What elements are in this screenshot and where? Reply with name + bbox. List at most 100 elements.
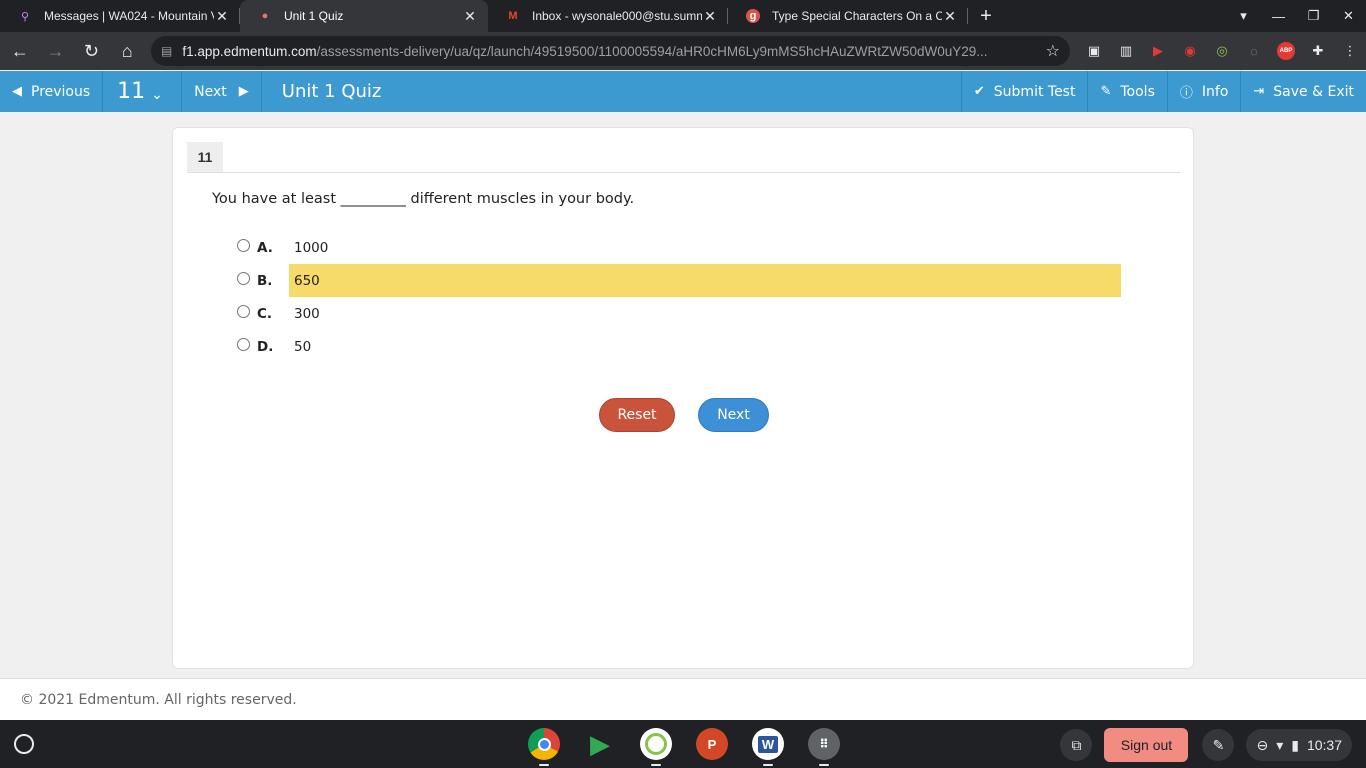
reload-icon[interactable]: ↻ bbox=[76, 35, 108, 67]
next-question-button[interactable]: Next ▶ bbox=[182, 71, 262, 112]
question-number-bar: 11 bbox=[187, 142, 1180, 173]
extension-icon[interactable]: ◉ bbox=[1174, 35, 1206, 67]
stylus-icon[interactable]: ✎ bbox=[1202, 729, 1235, 761]
info-label: Info bbox=[1201, 83, 1229, 100]
url-text: f1.app.edmentum.com/assessments-delivery… bbox=[182, 43, 988, 59]
next-button[interactable]: Next bbox=[698, 398, 769, 432]
browser-tab[interactable]: M Inbox - wysonale000@stu.sumn ✕ bbox=[488, 0, 728, 32]
option-letter: A. bbox=[257, 239, 273, 256]
check-circle-icon: ✔ bbox=[973, 84, 985, 99]
restore-icon[interactable]: ❐ bbox=[1296, 8, 1331, 24]
address-bar[interactable]: ▤ f1.app.edmentum.com/assessments-delive… bbox=[151, 36, 1070, 66]
info-button[interactable]: ⓘ Info bbox=[1166, 71, 1241, 112]
launcher-icon[interactable] bbox=[14, 734, 34, 754]
save-exit-button[interactable]: ⇥ Save & Exit bbox=[1240, 71, 1366, 112]
option-value[interactable]: 1000 bbox=[289, 231, 1121, 264]
window-controls: ▾ — ❐ ✕ bbox=[1226, 0, 1366, 32]
extension-icon[interactable]: ▥ bbox=[1110, 35, 1142, 67]
radio-button[interactable] bbox=[237, 305, 250, 318]
sign-in-icon: ⇥ bbox=[1253, 84, 1265, 99]
close-tab-icon[interactable]: ✕ bbox=[462, 8, 478, 25]
menu-icon[interactable]: ⋮ bbox=[1334, 35, 1366, 67]
adblock-icon[interactable]: ABP bbox=[1276, 42, 1295, 60]
word-icon[interactable]: W bbox=[748, 726, 788, 766]
chrome-app-icon[interactable] bbox=[524, 726, 564, 766]
clock: 10:37 bbox=[1306, 737, 1342, 753]
browser-tab[interactable]: ⚲ Messages | WA024 - Mountain V ✕ bbox=[0, 0, 240, 32]
extensions-puzzle-icon[interactable]: ✚ bbox=[1302, 35, 1334, 67]
tab-title: Type Special Characters On a Ch bbox=[772, 9, 942, 23]
tab-title: Messages | WA024 - Mountain V bbox=[44, 9, 214, 23]
option-value[interactable]: 300 bbox=[289, 297, 1121, 330]
option-value-highlighted[interactable]: 650 bbox=[289, 264, 1121, 297]
radio-button[interactable] bbox=[237, 272, 250, 285]
new-tab-icon[interactable]: + bbox=[968, 0, 1004, 32]
sign-out-button[interactable]: Sign out bbox=[1104, 728, 1189, 762]
tools-label: Tools bbox=[1120, 83, 1155, 100]
running-indicator bbox=[819, 764, 829, 766]
extension-icon[interactable]: ▶ bbox=[1142, 35, 1174, 67]
wifi-icon: ▾ bbox=[1276, 736, 1284, 753]
progress-app-icon[interactable] bbox=[636, 726, 676, 766]
browser-tab-active[interactable]: ● Unit 1 Quiz ✕ bbox=[240, 0, 488, 32]
radio-button[interactable] bbox=[237, 338, 250, 351]
running-indicator bbox=[651, 764, 661, 766]
powerpoint-icon[interactable]: P bbox=[692, 726, 732, 762]
edmentum-icon: ● bbox=[261, 10, 269, 22]
next-label: Next bbox=[194, 83, 227, 100]
browser-tab-strip: ⚲ Messages | WA024 - Mountain V ✕ ● Unit… bbox=[0, 0, 1366, 32]
app-grid-icon[interactable]: ⠿ bbox=[804, 726, 844, 766]
browser-tab[interactable]: g Type Special Characters On a Ch ✕ bbox=[728, 0, 968, 32]
pin-icon: ⚲ bbox=[20, 10, 30, 23]
submit-label: Submit Test bbox=[993, 83, 1076, 100]
question-number-badge: 11 bbox=[187, 142, 223, 172]
home-icon[interactable]: ⌂ bbox=[111, 35, 143, 67]
close-tab-icon[interactable]: ✕ bbox=[702, 8, 718, 25]
status-tray: ⧉ Sign out ✎ ⊖ ▾ ▮ 10:37 bbox=[1060, 728, 1352, 762]
question-selector[interactable]: 11 ⌄ bbox=[103, 71, 183, 112]
play-store-icon[interactable]: ▶ bbox=[580, 726, 620, 762]
wrench-icon: ✎ bbox=[1100, 84, 1112, 99]
tab-search-icon[interactable]: ▾ bbox=[1226, 8, 1261, 24]
pinned-apps: ▶ P W ⠿ bbox=[524, 726, 860, 766]
extension-icon[interactable]: ◌ bbox=[1238, 35, 1270, 67]
close-tab-icon[interactable]: ✕ bbox=[942, 8, 958, 25]
g-icon: g bbox=[746, 9, 760, 23]
tab-separator bbox=[967, 8, 968, 24]
answer-option-c[interactable]: C. 300 bbox=[237, 297, 1121, 330]
close-tab-icon[interactable]: ✕ bbox=[214, 8, 230, 25]
reset-button[interactable]: Reset bbox=[599, 398, 675, 432]
close-window-icon[interactable]: ✕ bbox=[1331, 8, 1366, 24]
page-footer: © 2021 Edmentum. All rights reserved. bbox=[0, 678, 1366, 720]
extensions-area: ▣ ▥ ▶ ◉ ◎ ◌ ABP ✚ ⋮ bbox=[1078, 35, 1366, 67]
info-icon: ⓘ bbox=[1179, 86, 1193, 101]
extension-icon[interactable]: ▣ bbox=[1078, 35, 1110, 67]
system-shelf: ▶ P W ⠿ ⧉ Sign out ✎ ⊖ ▾ ▮ 10:37 bbox=[0, 720, 1366, 768]
answer-options: A. 1000 B. 650 C. 300 D. 50 bbox=[237, 231, 1121, 363]
option-letter: D. bbox=[257, 338, 274, 355]
system-status-area[interactable]: ⊖ ▾ ▮ 10:37 bbox=[1246, 729, 1352, 761]
back-icon[interactable]: ← bbox=[4, 35, 36, 67]
answer-option-b[interactable]: B. 650 bbox=[237, 264, 1121, 297]
previous-button[interactable]: ◀ Previous bbox=[0, 71, 104, 112]
option-value[interactable]: 50 bbox=[289, 330, 1121, 363]
save-exit-label: Save & Exit bbox=[1273, 83, 1354, 100]
quiz-header: ◀ Previous 11 ⌄ Next ▶ Unit 1 Quiz ✔ Sub… bbox=[0, 71, 1366, 112]
clipboard-icon[interactable]: ⧉ bbox=[1060, 729, 1093, 761]
bookmark-star-icon[interactable]: ☆ bbox=[1046, 41, 1060, 61]
question-card: 11 You have at least _________ different… bbox=[172, 127, 1194, 669]
running-indicator bbox=[539, 764, 549, 766]
chevron-down-icon: ⌄ bbox=[151, 86, 163, 103]
forward-icon[interactable]: → bbox=[40, 35, 72, 67]
answer-option-a[interactable]: A. 1000 bbox=[237, 231, 1121, 264]
submit-test-button[interactable]: ✔ Submit Test bbox=[960, 71, 1088, 112]
radio-button[interactable] bbox=[237, 239, 250, 252]
tab-title: Inbox - wysonale000@stu.sumn bbox=[532, 9, 702, 23]
arrow-right-circle-icon: ▶ bbox=[238, 84, 249, 99]
minimize-icon[interactable]: — bbox=[1261, 9, 1296, 24]
page-info-icon[interactable]: ▤ bbox=[161, 44, 172, 58]
question-prompt: You have at least _________ different mu… bbox=[212, 191, 635, 207]
tools-button[interactable]: ✎ Tools bbox=[1087, 71, 1166, 112]
extension-icon[interactable]: ◎ bbox=[1206, 35, 1238, 67]
answer-option-d[interactable]: D. 50 bbox=[237, 330, 1121, 363]
